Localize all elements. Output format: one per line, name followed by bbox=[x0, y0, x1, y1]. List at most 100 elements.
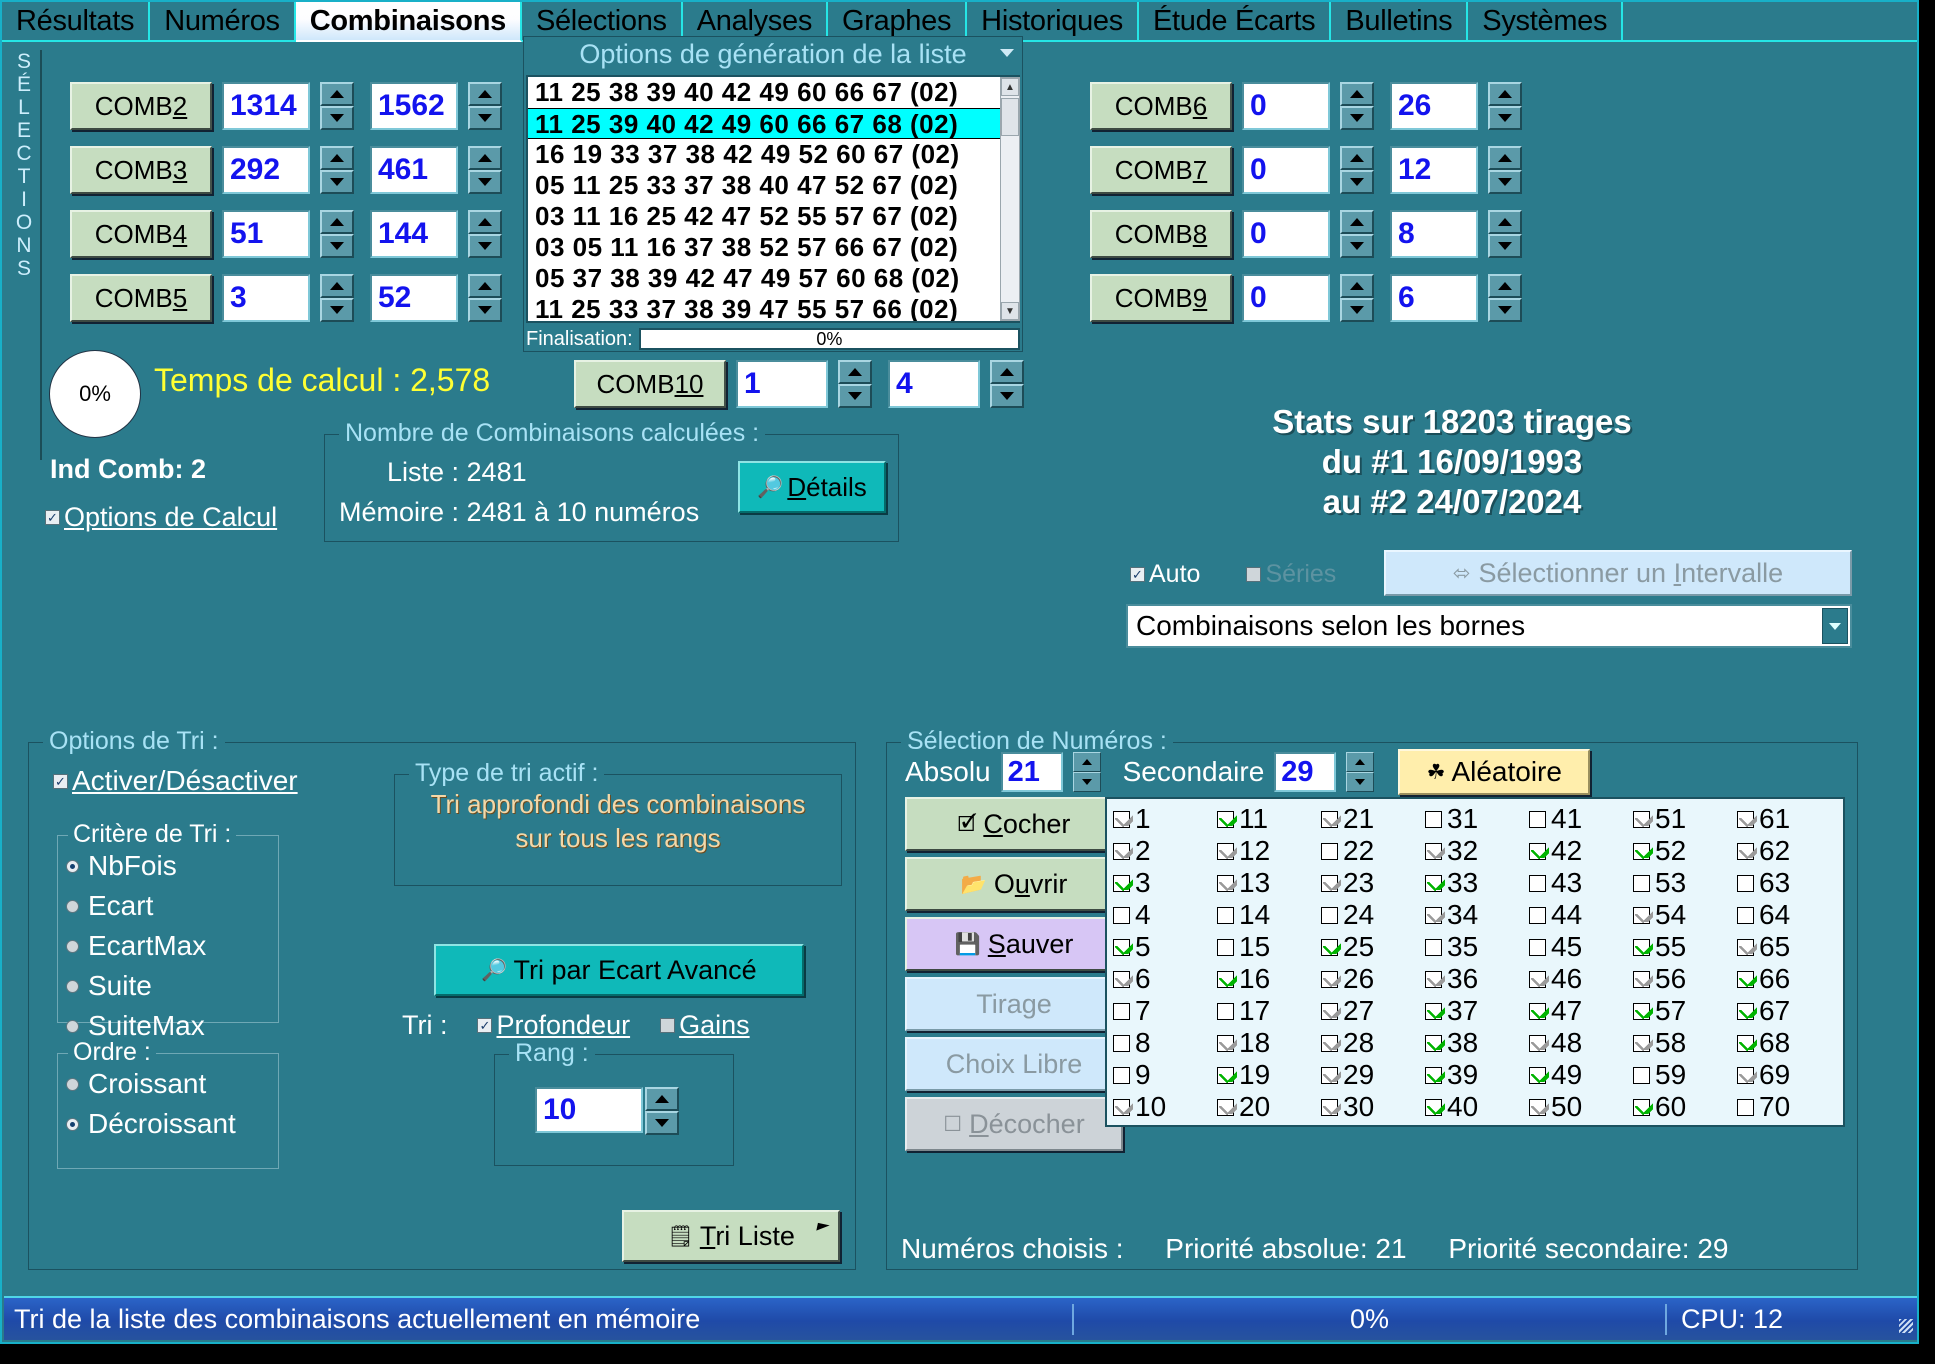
stepper-down-button[interactable] bbox=[320, 234, 354, 258]
comb-button-5[interactable]: COMB 5 bbox=[70, 274, 212, 322]
number-checkbox-34[interactable]: 34 bbox=[1425, 899, 1529, 931]
comb-10-min-stepper[interactable] bbox=[838, 360, 872, 408]
list-item[interactable]: 11 25 39 40 42 49 60 66 67 68 (02) bbox=[528, 108, 1018, 139]
comb-button-4[interactable]: COMB 4 bbox=[70, 210, 212, 258]
comb-6-min-stepper[interactable] bbox=[1340, 82, 1374, 130]
stepper-down-button[interactable] bbox=[320, 106, 354, 130]
tab-r-sultats[interactable]: Résultats bbox=[2, 2, 151, 42]
number-checkbox-49[interactable]: 49 bbox=[1529, 1059, 1633, 1091]
stepper-down-button[interactable] bbox=[1072, 772, 1101, 792]
stepper-up-button[interactable] bbox=[838, 360, 872, 384]
list-item[interactable]: 11 25 38 39 40 42 49 60 66 67 (02) bbox=[528, 77, 1018, 108]
comb-9-min-input[interactable]: 0 bbox=[1242, 274, 1330, 322]
number-checkbox-21[interactable]: 21 bbox=[1321, 803, 1425, 835]
number-checkbox-11[interactable]: 11 bbox=[1217, 803, 1321, 835]
comb-5-min-input[interactable]: 3 bbox=[222, 274, 310, 322]
number-checkbox-30[interactable]: 30 bbox=[1321, 1091, 1425, 1123]
comb-button-2[interactable]: COMB 2 bbox=[70, 82, 212, 130]
number-checkbox-64[interactable]: 64 bbox=[1737, 899, 1841, 931]
stepper-down-button[interactable] bbox=[1488, 170, 1522, 194]
stepper-down-button[interactable] bbox=[1340, 106, 1374, 130]
number-checkbox-35[interactable]: 35 bbox=[1425, 931, 1529, 963]
comb-7-max-input[interactable]: 12 bbox=[1390, 146, 1478, 194]
comb-4-min-stepper[interactable] bbox=[320, 210, 354, 258]
stepper-up-button[interactable] bbox=[1340, 210, 1374, 234]
stepper-up-button[interactable] bbox=[1340, 82, 1374, 106]
number-checkbox-15[interactable]: 15 bbox=[1217, 931, 1321, 963]
number-checkbox-60[interactable]: 60 bbox=[1633, 1091, 1737, 1123]
number-checkbox-7[interactable]: 7 bbox=[1113, 995, 1217, 1027]
number-checkbox-9[interactable]: 9 bbox=[1113, 1059, 1217, 1091]
number-checkbox-56[interactable]: 56 bbox=[1633, 963, 1737, 995]
number-checkbox-50[interactable]: 50 bbox=[1529, 1091, 1633, 1123]
number-checkbox-25[interactable]: 25 bbox=[1321, 931, 1425, 963]
comb-8-min-stepper[interactable] bbox=[1340, 210, 1374, 258]
list-item[interactable]: 03 05 11 16 37 38 52 57 66 67 (02) bbox=[528, 232, 1018, 263]
number-checkbox-33[interactable]: 33 bbox=[1425, 867, 1529, 899]
generation-mode-dropdown[interactable]: Combinaisons selon les bornes bbox=[1126, 604, 1852, 648]
number-checkbox-52[interactable]: 52 bbox=[1633, 835, 1737, 867]
comb-3-max-input[interactable]: 461 bbox=[370, 146, 458, 194]
comb-9-max-stepper[interactable] bbox=[1488, 274, 1522, 322]
number-checkbox-53[interactable]: 53 bbox=[1633, 867, 1737, 899]
number-checkbox-57[interactable]: 57 bbox=[1633, 995, 1737, 1027]
number-checkbox-24[interactable]: 24 bbox=[1321, 899, 1425, 931]
comb-4-min-input[interactable]: 51 bbox=[222, 210, 310, 258]
scroll-down-button[interactable]: ▼ bbox=[1001, 302, 1019, 320]
stepper-up-button[interactable] bbox=[468, 146, 502, 170]
stepper-down-button[interactable] bbox=[468, 170, 502, 194]
number-checkbox-26[interactable]: 26 bbox=[1321, 963, 1425, 995]
number-checkbox-69[interactable]: 69 bbox=[1737, 1059, 1841, 1091]
number-checkbox-23[interactable]: 23 bbox=[1321, 867, 1425, 899]
number-checkbox-51[interactable]: 51 bbox=[1633, 803, 1737, 835]
number-checkbox-62[interactable]: 62 bbox=[1737, 835, 1841, 867]
comb-7-min-input[interactable]: 0 bbox=[1242, 146, 1330, 194]
stepper-up-button[interactable] bbox=[320, 274, 354, 298]
tri-liste-button[interactable]: 🗒 Tri Liste bbox=[622, 1210, 840, 1262]
stepper-up-button[interactable] bbox=[1488, 210, 1522, 234]
tab--tude-carts[interactable]: Étude Écarts bbox=[1138, 2, 1332, 42]
comb-10-max-input[interactable]: 4 bbox=[888, 360, 980, 408]
number-checkbox-59[interactable]: 59 bbox=[1633, 1059, 1737, 1091]
comb-5-min-stepper[interactable] bbox=[320, 274, 354, 322]
stepper-down-button[interactable] bbox=[1346, 772, 1375, 792]
tri-par-ecart-avance-button[interactable]: 🔎 Tri par Ecart Avancé bbox=[434, 944, 804, 996]
number-checkbox-8[interactable]: 8 bbox=[1113, 1027, 1217, 1059]
number-checkbox-4[interactable]: 4 bbox=[1113, 899, 1217, 931]
comb-button-7[interactable]: COMB 7 bbox=[1090, 146, 1232, 194]
select-interval-button[interactable]: ⬄ Sélectionner un Intervalle bbox=[1384, 550, 1852, 596]
tab-bulletins[interactable]: Bulletins bbox=[1331, 2, 1469, 42]
stepper-down-button[interactable] bbox=[1488, 234, 1522, 258]
stepper-down-button[interactable] bbox=[468, 234, 502, 258]
comb-3-max-stepper[interactable] bbox=[468, 146, 502, 194]
activer-desactiver-checkbox[interactable]: Activer/Désactiver bbox=[53, 765, 298, 797]
comb-9-min-stepper[interactable] bbox=[1340, 274, 1374, 322]
number-checkbox-28[interactable]: 28 bbox=[1321, 1027, 1425, 1059]
number-checkbox-55[interactable]: 55 bbox=[1633, 931, 1737, 963]
list-item[interactable]: 11 25 33 37 38 39 47 55 57 66 (02) bbox=[528, 294, 1018, 321]
critere-ecartmax[interactable]: EcartMax bbox=[66, 930, 278, 962]
comb-2-max-stepper[interactable] bbox=[468, 82, 502, 130]
number-checkbox-68[interactable]: 68 bbox=[1737, 1027, 1841, 1059]
list-item[interactable]: 03 11 16 25 42 47 52 55 57 67 (02) bbox=[528, 201, 1018, 232]
comb-2-min-input[interactable]: 1314 bbox=[222, 82, 310, 130]
stepper-down-button[interactable] bbox=[1488, 298, 1522, 322]
number-checkbox-27[interactable]: 27 bbox=[1321, 995, 1425, 1027]
comb-3-min-input[interactable]: 292 bbox=[222, 146, 310, 194]
stepper-up-button[interactable] bbox=[1072, 752, 1101, 772]
secondaire-input[interactable]: 29 bbox=[1274, 752, 1337, 792]
combinations-listbox[interactable]: 11 25 38 39 40 42 49 60 66 67 (02) 11 25 … bbox=[526, 75, 1020, 323]
number-checkbox-45[interactable]: 45 bbox=[1529, 931, 1633, 963]
scroll-thumb[interactable] bbox=[1001, 98, 1019, 136]
resize-grip-icon[interactable] bbox=[1899, 1318, 1913, 1333]
number-checkbox-54[interactable]: 54 bbox=[1633, 899, 1737, 931]
number-checkbox-29[interactable]: 29 bbox=[1321, 1059, 1425, 1091]
list-item[interactable]: 05 11 25 33 37 38 40 47 52 67 (02) bbox=[528, 170, 1018, 201]
comb-5-max-input[interactable]: 52 bbox=[370, 274, 458, 322]
number-checkbox-14[interactable]: 14 bbox=[1217, 899, 1321, 931]
numbers-grid[interactable]: 1 2 3 4 5 6 7 8 9 10 11 12 13 14 15 16 17 18 19 20 21 22 23 24 2… bbox=[1105, 797, 1845, 1127]
comb-6-min-input[interactable]: 0 bbox=[1242, 82, 1330, 130]
number-checkbox-70[interactable]: 70 bbox=[1737, 1091, 1841, 1123]
critere-nbfois[interactable]: NbFois bbox=[66, 850, 278, 882]
tab-combinaisons[interactable]: Combinaisons bbox=[295, 2, 522, 42]
